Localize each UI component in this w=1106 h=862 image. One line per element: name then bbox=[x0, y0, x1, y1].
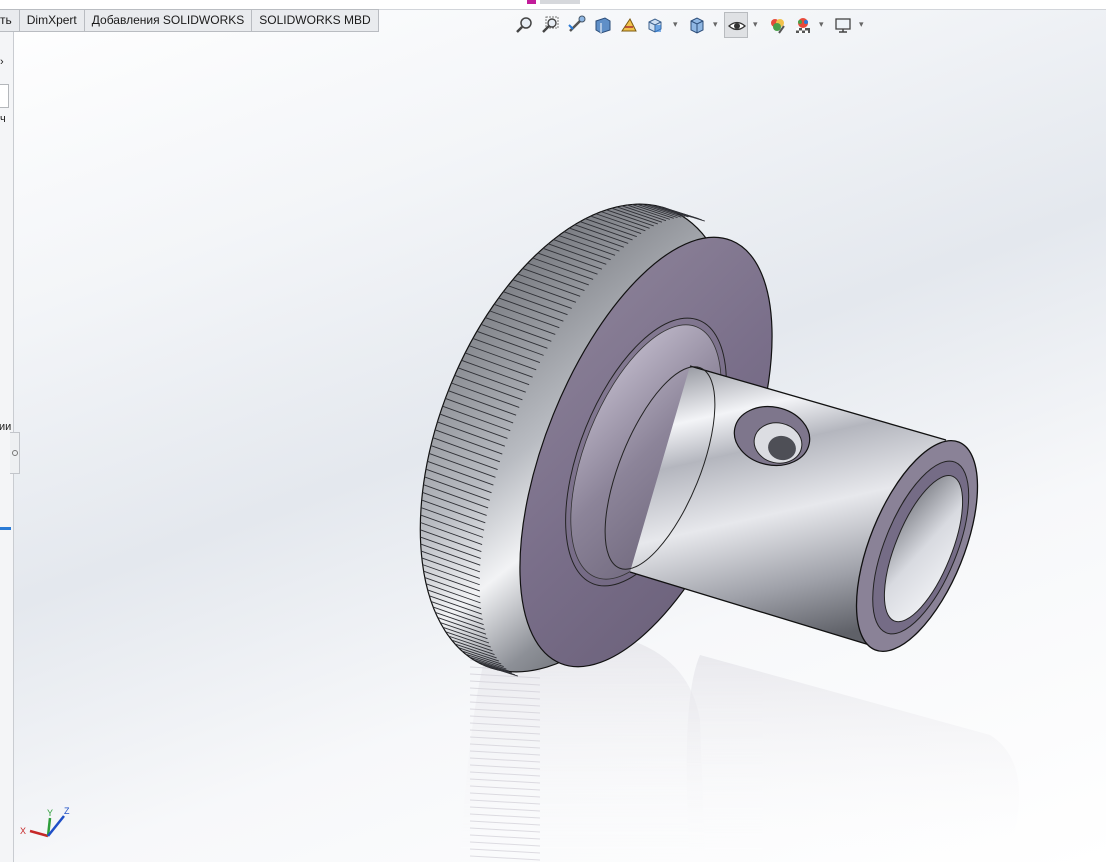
view-settings-button[interactable] bbox=[831, 12, 855, 38]
panel-expand-arrow[interactable]: › bbox=[0, 56, 4, 68]
zoom-to-fit-icon bbox=[516, 17, 532, 33]
tab-solidworks-mbd[interactable]: SOLIDWORKS MBD bbox=[252, 9, 379, 32]
handle-dot-icon bbox=[12, 450, 18, 456]
display-style-icon bbox=[690, 17, 704, 34]
tab-solidworks-addins[interactable]: Добавления SOLIDWORKS bbox=[84, 9, 253, 32]
dynamic-annotation-icon bbox=[621, 18, 637, 32]
edit-appearance-button[interactable] bbox=[765, 12, 789, 38]
tab-dimxpert[interactable]: DimXpert bbox=[19, 9, 85, 32]
display-style-dropdown-icon[interactable]: ▾ bbox=[713, 19, 718, 30]
zoom-to-area-button[interactable] bbox=[539, 12, 563, 38]
hide-show-items-button[interactable] bbox=[724, 12, 748, 38]
section-view-icon bbox=[595, 17, 611, 34]
triad-y-label: Y bbox=[47, 808, 53, 818]
view-orientation-button[interactable] bbox=[643, 12, 667, 38]
dynamic-annotation-button[interactable] bbox=[617, 12, 641, 38]
apply-scene-icon bbox=[796, 18, 810, 33]
section-view-button[interactable] bbox=[591, 12, 615, 38]
edit-appearance-icon bbox=[771, 19, 785, 34]
panel-selection-accent bbox=[0, 527, 11, 530]
triad-x-label: X bbox=[20, 826, 26, 836]
view-settings-dropdown-icon[interactable]: ▾ bbox=[859, 19, 864, 30]
hide-show-items-icon bbox=[728, 21, 746, 31]
previous-view-button[interactable] bbox=[565, 12, 589, 38]
apply-scene-button[interactable] bbox=[791, 12, 815, 38]
tab-partial[interactable]: ть bbox=[0, 9, 20, 32]
panel-collapse-handle[interactable] bbox=[10, 432, 20, 474]
solidworks-window: › ч ии ть DimXpert Добавления SOLIDWORKS… bbox=[0, 0, 1106, 862]
knurled-knob-part bbox=[419, 203, 1020, 862]
ribbon-icon-fragment bbox=[527, 0, 536, 4]
triad-z-label: Z bbox=[64, 806, 70, 816]
graphics-viewport[interactable] bbox=[13, 0, 1106, 862]
ribbon-icon-fragment bbox=[540, 0, 580, 4]
panel-text-1: ч bbox=[0, 113, 6, 125]
zoom-to-fit-button[interactable] bbox=[513, 12, 537, 38]
view-orientation-dropdown-icon[interactable]: ▾ bbox=[673, 19, 678, 30]
hide-show-dropdown-icon[interactable]: ▾ bbox=[753, 19, 758, 30]
previous-view-icon bbox=[568, 15, 586, 32]
view-orientation-icon bbox=[648, 18, 662, 33]
apply-scene-dropdown-icon[interactable]: ▾ bbox=[819, 19, 824, 30]
view-settings-icon bbox=[835, 18, 851, 33]
feature-manager-panel[interactable]: › ч ии bbox=[0, 0, 14, 862]
command-manager-tabs: ть DimXpert Добавления SOLIDWORKS SOLIDW… bbox=[0, 9, 379, 32]
coordinate-triad: X Y Z bbox=[20, 806, 70, 838]
display-style-button[interactable] bbox=[685, 12, 709, 38]
panel-input-stub[interactable] bbox=[0, 84, 9, 108]
zoom-to-area-icon bbox=[542, 16, 559, 33]
triad-x-axis bbox=[29, 829, 49, 838]
